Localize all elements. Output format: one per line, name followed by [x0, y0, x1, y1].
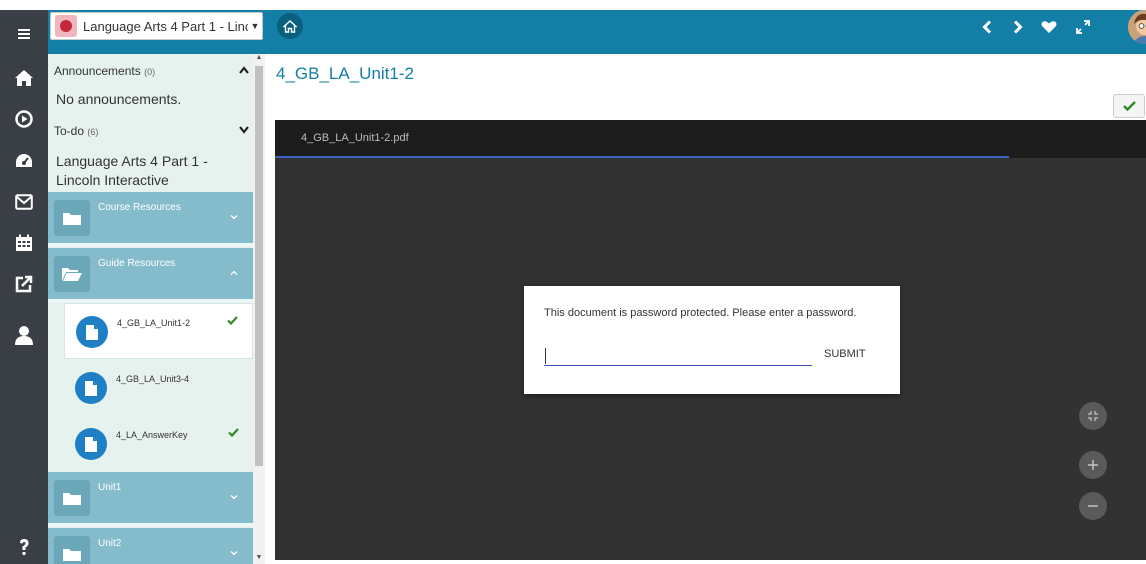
caret-down-icon: ▼	[250, 21, 260, 31]
play-icon[interactable]	[0, 102, 48, 136]
password-dialog: This document is password protected. Ple…	[524, 286, 900, 394]
plus-icon	[1088, 460, 1098, 470]
folder-icon	[54, 200, 90, 236]
home-button[interactable]	[277, 13, 303, 39]
pdf-tab[interactable]: 4_GB_LA_Unit1-2.pdf	[275, 120, 1009, 158]
todo-label: To-do	[54, 124, 85, 138]
external-link-icon[interactable]	[0, 267, 48, 301]
chevron-left-icon[interactable]	[978, 14, 996, 40]
minus-icon	[1088, 505, 1098, 507]
chevron-down-icon	[239, 126, 249, 134]
resource-item-label: 4_GB_LA_Unit1-2	[117, 318, 191, 328]
folder-unit1[interactable]: Unit1	[48, 472, 253, 526]
menu-icon[interactable]	[0, 17, 48, 51]
folder-open-icon	[54, 256, 90, 292]
mark-complete-button[interactable]	[1113, 94, 1145, 118]
folder-guide-resources[interactable]: Guide Resources	[48, 248, 253, 302]
check-icon	[1122, 101, 1136, 111]
chevron-down-icon	[230, 551, 238, 556]
password-input[interactable]	[544, 344, 812, 366]
scroll-up-icon[interactable]: ▲	[253, 54, 265, 64]
text-cursor	[545, 348, 546, 364]
heart-icon[interactable]	[1039, 14, 1059, 40]
no-announcements-text: No announcements.	[56, 91, 182, 107]
announcements-count: (0)	[144, 67, 156, 77]
dashboard-icon[interactable]	[0, 144, 48, 178]
chevron-down-icon	[230, 495, 238, 500]
file-icon	[75, 372, 107, 404]
submit-button[interactable]: SUBMIT	[820, 344, 870, 364]
home-icon	[283, 19, 297, 33]
folder-label: Unit1	[98, 482, 122, 493]
folder-label: Course Resources	[98, 202, 181, 213]
announcements-label: Announcements	[54, 64, 141, 78]
scrollbar-thumb[interactable]	[255, 66, 263, 466]
zoom-out-button[interactable]	[1079, 492, 1107, 520]
todo-count: (6)	[87, 127, 99, 137]
user-icon[interactable]	[0, 318, 48, 352]
resource-item-answerkey[interactable]: 4_LA_AnswerKey	[64, 416, 253, 472]
avatar[interactable]	[1128, 10, 1146, 44]
mail-icon[interactable]	[0, 185, 48, 219]
chevron-up-icon	[239, 66, 249, 74]
viewer-tab-bar: 4_GB_LA_Unit1-2.pdf	[275, 120, 1146, 158]
resource-item-unit1-2[interactable]: 4_GB_LA_Unit1-2	[64, 303, 253, 359]
resource-item-unit3-4[interactable]: 4_GB_LA_Unit3-4	[64, 360, 253, 416]
top-bar: Language Arts 4 Part 1 - Linc... ▼	[48, 10, 1146, 54]
zoom-in-button[interactable]	[1079, 451, 1107, 479]
fit-page-icon	[1088, 411, 1098, 421]
page-title: 4_GB_LA_Unit1-2	[276, 64, 414, 83]
announcements-header[interactable]: Announcements (0)	[54, 64, 253, 78]
scroll-down-icon[interactable]: ▼	[253, 554, 265, 564]
folder-course-resources[interactable]: Course Resources	[48, 192, 253, 246]
chevron-right-icon[interactable]	[1009, 14, 1027, 40]
course-title: Language Arts 4 Part 1 - Lincoln Interac…	[56, 153, 208, 188]
chevron-down-icon	[230, 215, 238, 220]
course-name: Language Arts 4 Part 1 - Linc...	[83, 18, 248, 34]
folder-icon	[54, 480, 90, 516]
folder-label: Guide Resources	[98, 258, 176, 269]
course-logo	[55, 15, 77, 37]
course-selector[interactable]: Language Arts 4 Part 1 - Linc... ▼	[50, 12, 263, 40]
folder-icon	[54, 536, 90, 564]
resource-item-label: 4_LA_AnswerKey	[116, 430, 188, 440]
file-icon	[75, 428, 107, 460]
pdf-viewer: 4_GB_LA_Unit1-2.pdf This document is pas…	[275, 120, 1146, 560]
home-icon[interactable]	[0, 61, 48, 95]
fit-page-button[interactable]	[1079, 402, 1107, 430]
folder-unit2[interactable]: Unit2	[48, 528, 253, 564]
folder-label: Unit2	[98, 538, 122, 549]
chevron-up-icon	[230, 270, 238, 275]
todo-header[interactable]: To-do (6)	[54, 124, 253, 138]
password-prompt-text: This document is password protected. Ple…	[544, 307, 857, 319]
expand-icon[interactable]	[1072, 14, 1094, 40]
file-icon	[76, 316, 108, 348]
left-rail	[0, 10, 48, 564]
sidebar-scrollbar[interactable]: ▲ ▼	[253, 54, 265, 564]
check-icon	[227, 316, 238, 325]
course-sidebar: Announcements (0) No announcements. To-d…	[48, 54, 265, 564]
check-icon	[228, 428, 239, 437]
pdf-tab-label: 4_GB_LA_Unit1-2.pdf	[301, 132, 409, 144]
help-icon[interactable]	[0, 530, 48, 564]
calendar-icon[interactable]	[0, 226, 48, 260]
resource-item-label: 4_GB_LA_Unit3-4	[116, 374, 190, 384]
